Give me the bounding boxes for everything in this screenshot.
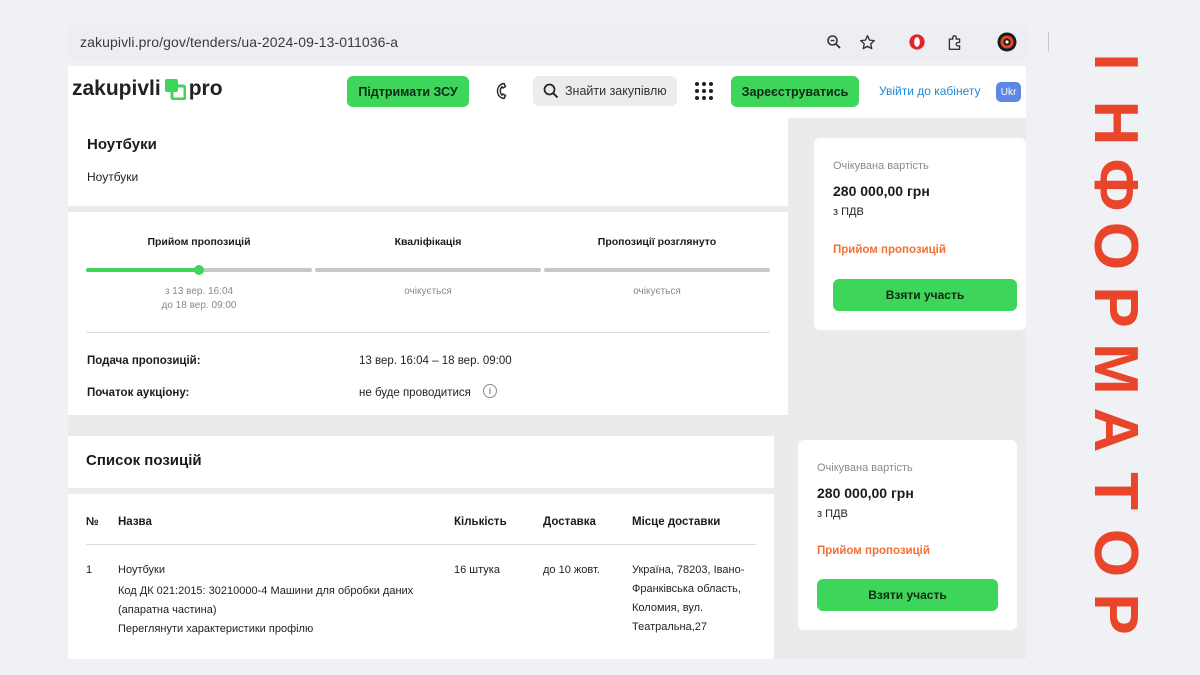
- row-name-cell: Ноутбуки Код ДК 021:2015: 30210000-4 Маш…: [118, 561, 438, 639]
- search-placeholder: Знайти закупівлю: [565, 84, 667, 98]
- logo-text-left: zakupivli: [72, 77, 161, 100]
- toolbar-divider: [1048, 32, 1049, 52]
- opera-icon[interactable]: [907, 32, 927, 52]
- item-delivery-date: до 10 жовт.: [543, 564, 600, 576]
- informator-watermark: ІНФОРМАТОР: [1065, 38, 1165, 638]
- stage-label: Кваліфікація: [394, 236, 462, 248]
- column-header: №: [86, 516, 99, 528]
- stage-progress-fill: [86, 268, 199, 272]
- extensions-icon[interactable]: [944, 32, 964, 52]
- tender-title: Ноутбуки: [87, 136, 157, 153]
- column-header: Доставка: [543, 516, 596, 528]
- item-name: Ноутбуки: [118, 564, 165, 576]
- site-logo[interactable]: zakupivli pro: [72, 77, 223, 101]
- watermark-letter: М: [1081, 342, 1150, 395]
- page-content: zakupivli pro Підтримати ЗСУ Знайти заку…: [68, 66, 1026, 659]
- column-header: Місце доставки: [632, 516, 721, 528]
- support-army-button[interactable]: Підтримати ЗСУ: [347, 76, 469, 107]
- auction-label: Початок аукціону:: [87, 387, 190, 399]
- stage-label: Прийом пропозицій: [147, 236, 251, 248]
- divider: [86, 332, 770, 333]
- stage-label: Пропозиції розглянуто: [597, 236, 717, 248]
- expected-value-amount: 280 000,00 грн: [817, 485, 914, 501]
- submission-value: 13 вер. 16:04 – 18 вер. 09:00: [359, 355, 512, 367]
- tender-title-card: Ноутбуки Ноутбуки: [68, 118, 788, 206]
- item-classifier-code: Код ДК 021:2015: 30210000-4 Машини для о…: [118, 585, 414, 616]
- participate-button[interactable]: Взяти участь: [817, 579, 998, 611]
- apps-grid-icon[interactable]: [695, 82, 713, 100]
- phone-icon[interactable]: [494, 82, 508, 100]
- logo-mark-icon: [164, 78, 187, 101]
- submission-label: Подача пропозицій:: [87, 355, 201, 367]
- watermark-letter: І: [1081, 53, 1150, 71]
- watermark-letter: А: [1081, 407, 1150, 453]
- expected-value-amount: 280 000,00 грн: [833, 183, 930, 199]
- watermark-letter: Н: [1081, 100, 1150, 146]
- star-icon[interactable]: [857, 32, 877, 52]
- column-header: Кількість: [454, 516, 507, 528]
- price-card: Очікувана вартість 280 000,00 грн з ПДВ …: [814, 138, 1026, 330]
- item-delivery-place: Україна, 78203, Івано-Франківська област…: [632, 564, 745, 633]
- expected-value-label: Очікувана вартість: [833, 160, 929, 172]
- tender-stages-card: Прийом пропозицій з 13 вер. 16:04 до 18 …: [68, 212, 788, 415]
- stage-progress-bar: [315, 268, 541, 272]
- positions-heading: Список позицій: [86, 452, 202, 469]
- stage-progress-bar: [86, 265, 312, 275]
- browser-address-bar[interactable]: zakupivli.pro/gov/tenders/ua-2024-09-13-…: [68, 24, 1049, 60]
- positions-table: № Назва Кількість Доставка Місце доставк…: [68, 494, 774, 659]
- watermark-letter: О: [1081, 221, 1150, 271]
- auction-value: не буде проводитися: [359, 387, 471, 399]
- tender-status: Прийом пропозицій: [833, 244, 946, 256]
- watermark-letter: Т: [1081, 472, 1150, 511]
- info-icon[interactable]: i: [483, 384, 497, 398]
- logo-text-right: pro: [188, 77, 223, 100]
- top-navigation: zakupivli pro Підтримати ЗСУ Знайти заку…: [68, 66, 1026, 118]
- zoom-icon[interactable]: [824, 32, 844, 52]
- expected-value-label: Очікувана вартість: [817, 462, 913, 474]
- positions-header-card: Список позицій: [68, 436, 774, 488]
- view-profile-link[interactable]: Переглянути характеристики профілю: [118, 620, 438, 639]
- item-quantity: 16 штука: [454, 564, 500, 576]
- stage-date-start: з 13 вер. 16:04: [164, 286, 234, 297]
- profile-icon[interactable]: [997, 32, 1017, 52]
- register-button[interactable]: Зареєструватись: [731, 76, 859, 107]
- language-switch[interactable]: Ukr: [996, 82, 1021, 102]
- divider: [86, 544, 756, 545]
- tender-status: Прийом пропозицій: [817, 545, 930, 557]
- price-card: Очікувана вартість 280 000,00 грн з ПДВ …: [798, 440, 1017, 630]
- search-input[interactable]: Знайти закупівлю: [533, 76, 677, 106]
- stage-progress-marker: [194, 265, 204, 275]
- participate-button[interactable]: Взяти участь: [833, 279, 1017, 311]
- watermark-letter: О: [1081, 528, 1150, 577]
- watermark-letter: Р: [1081, 593, 1150, 635]
- watermark-letter: Р: [1081, 286, 1150, 328]
- stage-status: очікується: [404, 286, 452, 297]
- stage-date-end: до 18 вер. 09:00: [161, 300, 237, 311]
- vat-note: з ПДВ: [817, 508, 848, 520]
- vat-note: з ПДВ: [833, 206, 864, 218]
- stage-progress-bar: [544, 268, 770, 272]
- stage-status: очікується: [633, 286, 681, 297]
- row-number: 1: [86, 564, 93, 576]
- url-text[interactable]: zakupivli.pro/gov/tenders/ua-2024-09-13-…: [80, 34, 398, 50]
- login-link[interactable]: Увійти до кабінету: [879, 84, 981, 98]
- column-header: Назва: [118, 516, 152, 528]
- tender-description: Ноутбуки: [87, 170, 139, 184]
- watermark-letter: Ф: [1081, 158, 1150, 212]
- stage-dates: з 13 вер. 16:04 до 18 вер. 09:00: [86, 285, 312, 313]
- search-icon: [543, 83, 559, 99]
